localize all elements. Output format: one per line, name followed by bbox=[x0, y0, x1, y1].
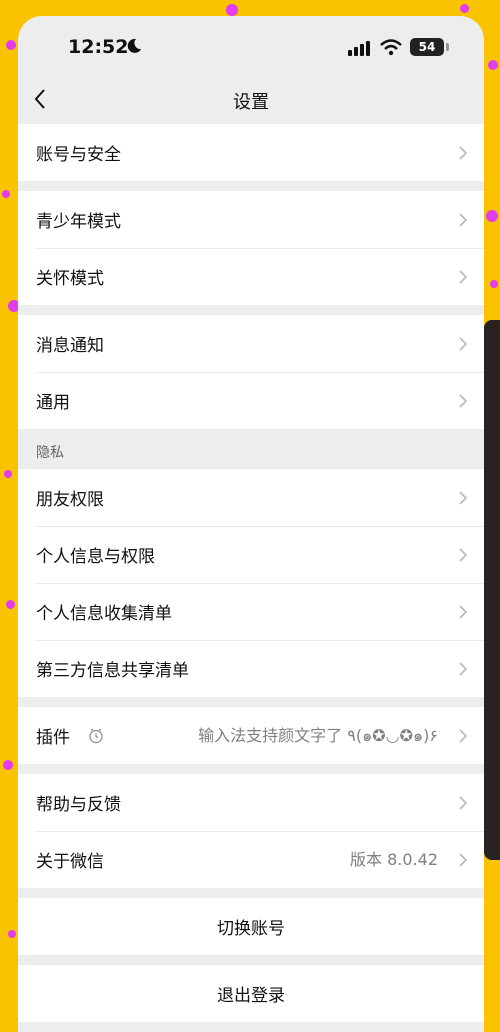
row-label: 关怀模式 bbox=[36, 269, 104, 289]
row-label: 通用 bbox=[36, 393, 70, 413]
version-value: 版本 8.0.42 bbox=[350, 850, 438, 869]
chevron-right-icon bbox=[459, 662, 468, 676]
chevron-right-icon bbox=[459, 270, 468, 284]
row-label: 账号与安全 bbox=[36, 145, 121, 165]
group-help: 帮助与反馈 关于微信 版本 8.0.42 bbox=[18, 774, 484, 888]
switch-account-button[interactable]: 切换账号 bbox=[18, 898, 484, 955]
moon-icon bbox=[127, 38, 141, 53]
logout-button[interactable]: 退出登录 bbox=[18, 965, 484, 1022]
status-time: 12:52 bbox=[68, 36, 129, 58]
row-plugins[interactable]: 插件 输入法支持颜文字了 ٩(๑✪◡✪๑)۶ bbox=[18, 707, 484, 764]
row-label: 青少年模式 bbox=[36, 212, 121, 232]
row-teen-mode[interactable]: 青少年模式 bbox=[18, 191, 484, 248]
row-notifications[interactable]: 消息通知 bbox=[18, 315, 484, 372]
chevron-right-icon bbox=[459, 853, 468, 867]
phone-screen: 12:52 54 设置 账号与安全 青少年模式 关怀模式 消息通知 通用 隐私 … bbox=[18, 16, 484, 1032]
chevron-right-icon bbox=[459, 146, 468, 160]
group-switch-account: 切换账号 bbox=[18, 898, 484, 955]
row-label: 个人信息收集清单 bbox=[36, 604, 172, 624]
group-plugins: 插件 输入法支持颜文字了 ٩(๑✪◡✪๑)۶ bbox=[18, 707, 484, 764]
wifi-icon bbox=[380, 39, 402, 56]
row-label: 消息通知 bbox=[36, 336, 104, 356]
row-info-collection-list[interactable]: 个人信息收集清单 bbox=[18, 583, 484, 640]
clock-badge-icon bbox=[89, 728, 103, 743]
row-friend-permissions[interactable]: 朋友权限 bbox=[18, 469, 484, 526]
plugin-tip-value: 输入法支持颜文字了 ٩(๑✪◡✪๑)۶ bbox=[198, 726, 438, 745]
row-label: 关于微信 bbox=[36, 852, 104, 872]
row-label: 个人信息与权限 bbox=[36, 547, 155, 567]
row-account-security[interactable]: 账号与安全 bbox=[18, 124, 484, 181]
signal-icon bbox=[348, 41, 370, 56]
chevron-right-icon bbox=[459, 605, 468, 619]
row-help-feedback[interactable]: 帮助与反馈 bbox=[18, 774, 484, 831]
chevron-right-icon bbox=[459, 337, 468, 351]
row-label: 朋友权限 bbox=[36, 490, 104, 510]
row-care-mode[interactable]: 关怀模式 bbox=[18, 248, 484, 305]
chevron-right-icon bbox=[459, 548, 468, 562]
section-label-privacy: 隐私 bbox=[36, 445, 64, 461]
group-modes: 青少年模式 关怀模式 bbox=[18, 191, 484, 305]
battery-tip bbox=[446, 43, 449, 51]
group-account: 账号与安全 bbox=[18, 124, 484, 181]
row-about-wechat[interactable]: 关于微信 版本 8.0.42 bbox=[18, 831, 484, 888]
battery-indicator: 54 bbox=[410, 38, 444, 56]
group-logout: 退出登录 bbox=[18, 965, 484, 1022]
row-label: 插件 bbox=[36, 728, 70, 748]
row-third-party-sharing-list[interactable]: 第三方信息共享清单 bbox=[18, 640, 484, 697]
chevron-right-icon bbox=[459, 213, 468, 227]
group-general: 消息通知 通用 bbox=[18, 315, 484, 429]
group-privacy: 朋友权限 个人信息与权限 个人信息收集清单 第三方信息共享清单 bbox=[18, 469, 484, 697]
row-label: 第三方信息共享清单 bbox=[36, 661, 189, 681]
nav-bar: 设置 bbox=[18, 76, 484, 124]
chevron-right-icon bbox=[459, 796, 468, 810]
row-general[interactable]: 通用 bbox=[18, 372, 484, 429]
chevron-right-icon bbox=[459, 729, 468, 743]
chevron-right-icon bbox=[459, 394, 468, 408]
row-personal-info-permissions[interactable]: 个人信息与权限 bbox=[18, 526, 484, 583]
background-photo-edge bbox=[484, 320, 500, 860]
chevron-right-icon bbox=[459, 491, 468, 505]
row-label: 帮助与反馈 bbox=[36, 795, 121, 815]
status-bar: 12:52 54 bbox=[18, 16, 484, 76]
page-title: 设置 bbox=[233, 92, 269, 113]
